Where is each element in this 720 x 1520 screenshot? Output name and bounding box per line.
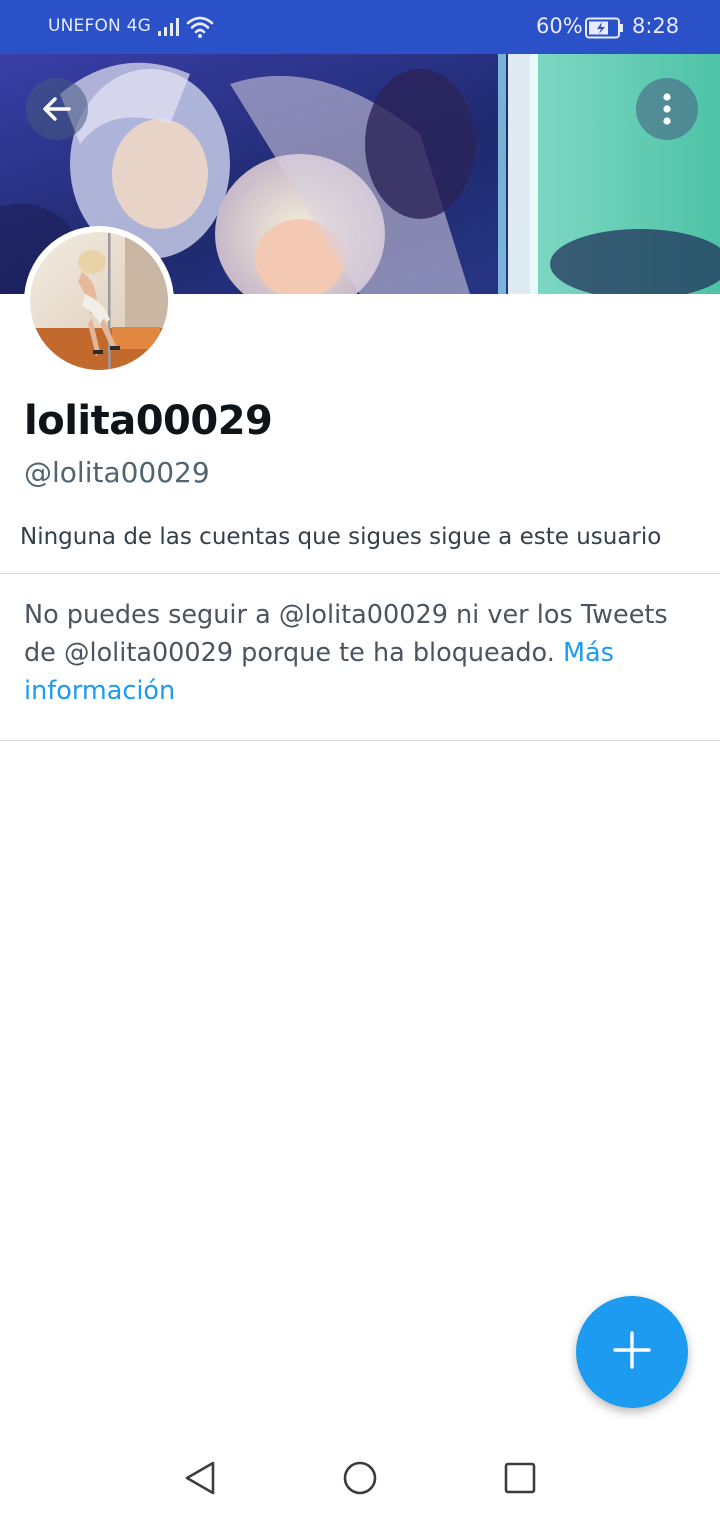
- clock: 8:28: [632, 14, 680, 38]
- status-bar: UNEFON 4G 60% 8:28: [0, 0, 720, 54]
- nav-back-icon: [183, 1460, 217, 1500]
- wifi-icon: [186, 15, 214, 43]
- display-name: lolita00029: [24, 398, 273, 444]
- followers-you-know-note: Ninguna de las cuentas que sigues sigue …: [20, 524, 662, 550]
- profile-handle: @lolita00029: [24, 456, 210, 489]
- nav-back-button[interactable]: [178, 1458, 222, 1502]
- nav-home-icon: [342, 1460, 378, 1500]
- back-button[interactable]: [26, 78, 88, 140]
- compose-tweet-button[interactable]: [576, 1296, 688, 1408]
- blocked-message: No puedes seguir a @lolita00029 ni ver l…: [24, 596, 704, 710]
- divider: [0, 573, 720, 574]
- more-vertical-icon: [661, 91, 673, 127]
- nav-home-button[interactable]: [338, 1458, 382, 1502]
- divider: [0, 740, 720, 741]
- nav-recents-button[interactable]: [498, 1458, 542, 1502]
- nav-recents-icon: [503, 1461, 537, 1499]
- more-options-button[interactable]: [636, 78, 698, 140]
- battery-percent: 60%: [536, 14, 583, 38]
- signal-icon: [157, 17, 181, 41]
- battery-charging-icon: [585, 17, 625, 43]
- avatar[interactable]: [24, 226, 174, 376]
- plus-icon: [612, 1330, 652, 1374]
- back-arrow-icon: [39, 91, 75, 127]
- carrier-label: UNEFON 4G: [48, 16, 151, 36]
